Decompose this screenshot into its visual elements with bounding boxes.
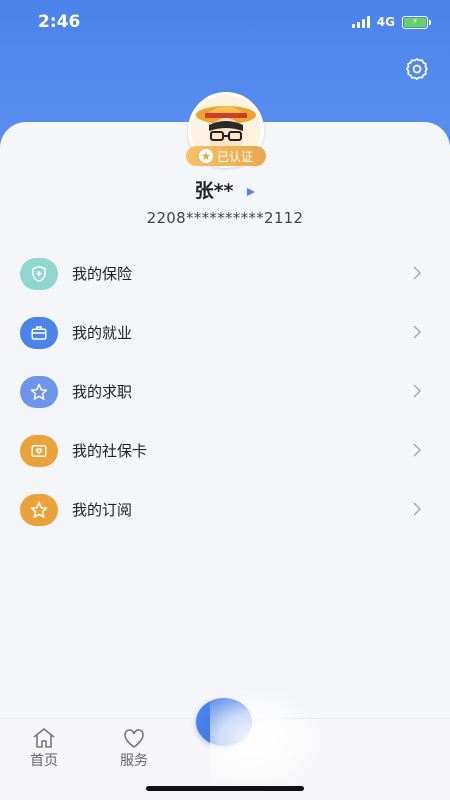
home-icon: [33, 728, 55, 748]
star-icon: [20, 493, 58, 526]
nav-item-home[interactable]: 首页: [14, 727, 74, 770]
card-heart-icon: [20, 434, 58, 467]
chevron-right-icon: [413, 266, 422, 280]
heart-icon: [124, 729, 144, 748]
menu-item-label: 我的求职: [72, 383, 133, 401]
nav-item-services[interactable]: 服务: [104, 727, 164, 770]
user-name-row[interactable]: 张**: [0, 176, 450, 203]
user-name: 张**: [194, 180, 234, 202]
star-icon: [198, 149, 213, 163]
nav-label: 首页: [30, 753, 58, 769]
briefcase-icon: [20, 316, 58, 349]
chevron-right-icon: [413, 325, 422, 339]
nav-label: 服务: [120, 753, 148, 769]
menu-item-employment[interactable]: 我的就业: [0, 303, 450, 362]
menu-item-label: 我的保险: [72, 265, 133, 283]
menu-item-social-security-card[interactable]: 我的社保卡: [0, 421, 450, 480]
network-type: 4G: [376, 15, 395, 29]
gear-icon[interactable]: [404, 56, 430, 82]
play-arrow-icon[interactable]: [247, 187, 256, 196]
status-indicators: 4G ⚡: [351, 15, 431, 29]
menu-item-label: 我的订阅: [72, 501, 133, 519]
signal-icon: [351, 16, 370, 28]
star-icon: [20, 375, 58, 408]
chevron-right-icon: [413, 502, 422, 516]
menu-item-label: 我的社保卡: [72, 442, 148, 460]
verified-label: 已认证: [216, 149, 253, 164]
menu-list: 我的保险 我的就业 我的求职 我的社保卡 我的订阅: [0, 244, 450, 539]
home-indicator: [146, 786, 304, 791]
button-glow: [210, 690, 330, 800]
chevron-right-icon: [413, 384, 422, 398]
verified-badge: 已认证: [186, 146, 266, 166]
battery-icon: ⚡: [402, 15, 431, 29]
chevron-right-icon: [413, 443, 422, 457]
menu-item-insurance[interactable]: 我的保险: [0, 244, 450, 303]
user-id-number: 2208**********2112: [146, 209, 304, 227]
menu-item-subscriptions[interactable]: 我的订阅: [0, 480, 450, 539]
status-bar: 2:46 4G ⚡: [0, 0, 450, 44]
status-time: 2:46: [38, 12, 81, 32]
menu-item-label: 我的就业: [72, 324, 133, 342]
menu-item-job-search[interactable]: 我的求职: [0, 362, 450, 421]
shield-plus-icon: [20, 257, 58, 290]
